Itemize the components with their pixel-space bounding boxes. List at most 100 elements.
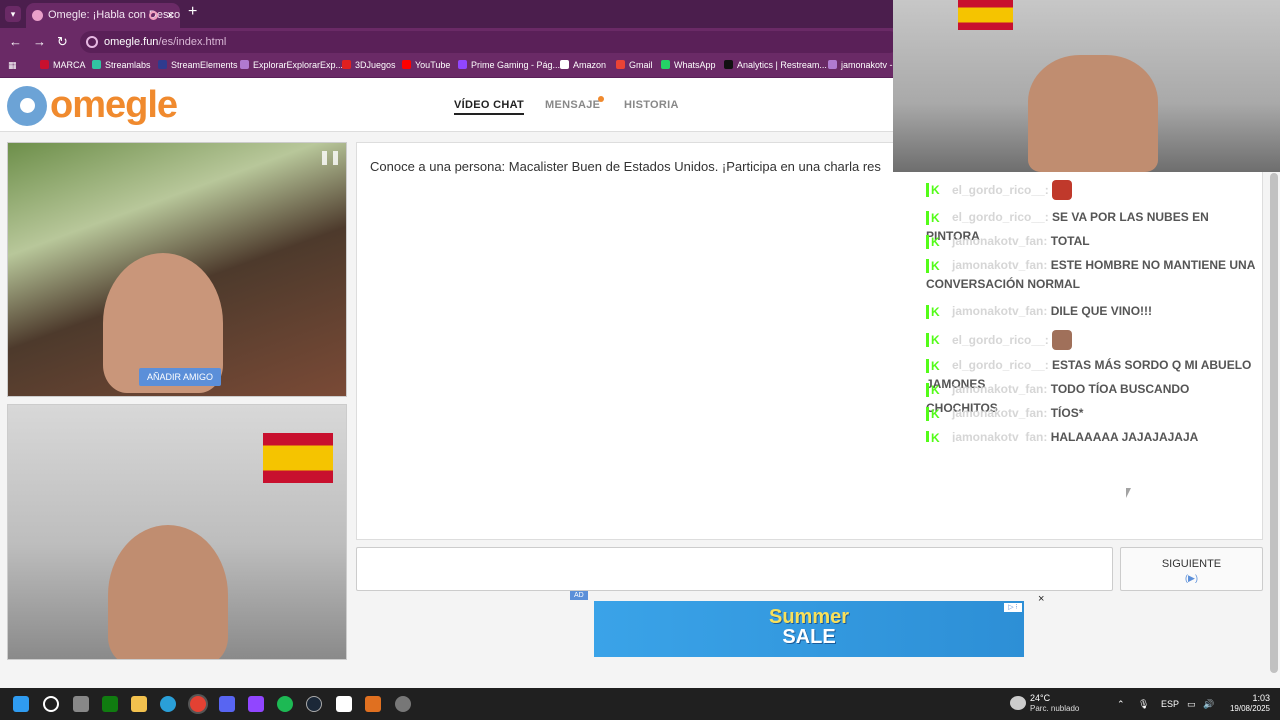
bookmark-jamonakotv[interactable]: jamonakotv - T: [828, 60, 900, 70]
chat-username: jamonakotv_fan:: [952, 258, 1048, 272]
reload-button[interactable]: ↻: [57, 34, 68, 50]
search-icon[interactable]: [43, 696, 59, 712]
url-input[interactable]: omegle.fun/es/index.html: [80, 31, 900, 53]
tab-search-icon[interactable]: ▾: [5, 6, 21, 22]
nav-history[interactable]: HISTORIA: [624, 99, 679, 111]
bookmark-streamelements[interactable]: StreamElements: [158, 60, 238, 70]
bookmark-marca[interactable]: MARCA: [40, 60, 86, 70]
stream-chat-message: Kjamonakotv_fan: ESTE HOMBRE NO MANTIENE…: [926, 256, 1256, 294]
stream-chat-message: Kel_gordo_rico__:: [926, 180, 1256, 200]
ad-banner[interactable]: Summer SALE ▷ ⁝: [594, 601, 1024, 657]
bookmark-amazon[interactable]: Amazon: [560, 60, 606, 70]
back-button[interactable]: ←: [9, 34, 22, 49]
app-icon[interactable]: [365, 696, 381, 712]
ad-badge: AD: [570, 591, 588, 600]
new-tab-button[interactable]: +: [188, 3, 197, 21]
stranger-video: AÑADIR AMIGO: [7, 142, 347, 397]
site-logo[interactable]: omegle: [50, 84, 178, 127]
chat-username: el_gordo_rico__:: [952, 358, 1049, 372]
stream-chat-message: Kjamonakotv_fan: HALAAAAA JAJAJAJAJA: [926, 428, 1256, 442]
bookmark-explorar[interactable]: ExplorarExplorarExp...: [240, 60, 343, 70]
pause-icon[interactable]: [322, 151, 338, 165]
stream-chat-message: Kjamonakotv_fan: DILE QUE VINO!!!: [926, 302, 1256, 321]
chat-username: jamonakotv_fan:: [952, 304, 1048, 318]
bookmark-streamlabs[interactable]: Streamlabs: [92, 60, 151, 70]
chat-username: jamonakotv_fan:: [952, 430, 1048, 442]
nav-message[interactable]: MENSAJE: [545, 99, 600, 111]
network-icon[interactable]: ▭: [1187, 699, 1196, 710]
stream-chat-message: Kel_gordo_rico__:: [926, 330, 1256, 350]
kick-badge-icon: K: [926, 431, 940, 442]
kick-badge-icon: K: [926, 235, 940, 249]
bookmark-label: ExplorarExplorarExp...: [253, 60, 344, 70]
chat-text: TÍOS*: [1050, 406, 1084, 420]
clock-date[interactable]: 19/08/2025: [1214, 704, 1270, 713]
file-explorer-icon[interactable]: [131, 696, 147, 712]
chrome-icon[interactable]: [190, 696, 206, 712]
next-button[interactable]: SIGUIENTE (▶): [1120, 547, 1263, 591]
nav-video-chat[interactable]: VÍDEO CHAT: [454, 99, 525, 115]
tab-title: Omegle: ¡Habla con Descon: [48, 9, 180, 21]
recording-icon: [149, 11, 158, 20]
ad-close-icon[interactable]: ×: [1038, 593, 1044, 605]
bookmark-label: Gmail: [629, 60, 653, 70]
bookmark-youtube[interactable]: YouTube: [402, 60, 450, 70]
bookmark-label: WhatsApp: [674, 60, 716, 70]
browser-tab[interactable]: Omegle: ¡Habla con Descon ×: [26, 3, 180, 28]
language-indicator[interactable]: ESP: [1161, 699, 1179, 709]
url-host: omegle.fun: [104, 36, 159, 48]
url-path: /es/index.html: [158, 36, 227, 48]
omegle-favicon-icon: [32, 10, 43, 21]
steam-icon[interactable]: [306, 696, 322, 712]
streamer-person: [1028, 55, 1158, 172]
self-person: [108, 525, 228, 659]
microphone-icon[interactable]: 🎙: [1138, 699, 1149, 710]
forward-button[interactable]: →: [33, 34, 46, 49]
clock-time[interactable]: 1:03: [1226, 693, 1270, 703]
task-view-icon[interactable]: [73, 696, 89, 712]
bookmark-label: StreamElements: [171, 60, 238, 70]
stream-chat-overlay: Kel_gordo_rico__: Kel_gordo_rico__: SE V…: [926, 178, 1256, 442]
page-scrollbar[interactable]: [1270, 173, 1278, 673]
volume-icon[interactable]: 🔊: [1203, 699, 1214, 710]
weather-icon[interactable]: [1010, 696, 1026, 710]
discord-icon[interactable]: [219, 696, 235, 712]
capcut-icon[interactable]: [336, 696, 352, 712]
obs-icon[interactable]: [395, 696, 411, 712]
site-info-icon[interactable]: [86, 36, 98, 48]
system-message: Conoce a una persona: Macalister Buen de…: [370, 159, 881, 174]
kick-badge-icon: K: [926, 333, 940, 347]
omegle-logo-icon[interactable]: [7, 86, 47, 126]
xbox-icon[interactable]: [102, 696, 118, 712]
tab-close-icon[interactable]: ×: [167, 3, 174, 28]
kick-badge-icon: K: [926, 305, 940, 319]
bookmark-gmail[interactable]: Gmail: [616, 60, 653, 70]
tray-chevron-icon[interactable]: ⌃: [1117, 699, 1125, 710]
edge-icon[interactable]: [160, 696, 176, 712]
bookmark-label: Prime Gaming - Pág...: [471, 60, 561, 70]
ad-text-line1: Summer: [768, 606, 850, 628]
kick-badge-icon: K: [926, 211, 940, 225]
bookmark-3djuegos[interactable]: 3DJuegos: [342, 60, 396, 70]
bookmark-prime-gaming[interactable]: Prime Gaming - Pág...: [458, 60, 560, 70]
bookmark-whatsapp[interactable]: WhatsApp: [661, 60, 716, 70]
adchoices-icon[interactable]: ▷ ⁝: [1004, 603, 1022, 612]
ad-text-line2: SALE: [782, 626, 836, 648]
start-icon[interactable]: [13, 696, 29, 712]
spotify-icon[interactable]: [277, 696, 293, 712]
stream-chat-message: Kjamonakotv_fan: TÍOS*: [926, 404, 1256, 423]
streamer-webcam-overlay: [893, 0, 1280, 172]
chat-input[interactable]: [356, 547, 1113, 591]
kick-badge-icon: K: [926, 359, 940, 373]
chat-username: jamonakotv_fan:: [952, 406, 1048, 420]
add-friend-button[interactable]: AÑADIR AMIGO: [139, 368, 222, 386]
chat-text: DILE QUE VINO!!!: [1050, 304, 1153, 318]
twitch-icon[interactable]: [248, 696, 264, 712]
kick-badge-icon: K: [926, 259, 940, 273]
bookmark-analytics-restream[interactable]: Analytics | Restream...: [724, 60, 827, 70]
screen: ▾ Omegle: ¡Habla con Descon × + ← → ↻ om…: [0, 0, 1280, 720]
bookmark-label: Streamlabs: [105, 60, 151, 70]
spain-flag: [958, 0, 1013, 30]
weather-desc: Parc. nublado: [1030, 704, 1080, 713]
apps-grid-icon[interactable]: ▦: [8, 60, 17, 71]
